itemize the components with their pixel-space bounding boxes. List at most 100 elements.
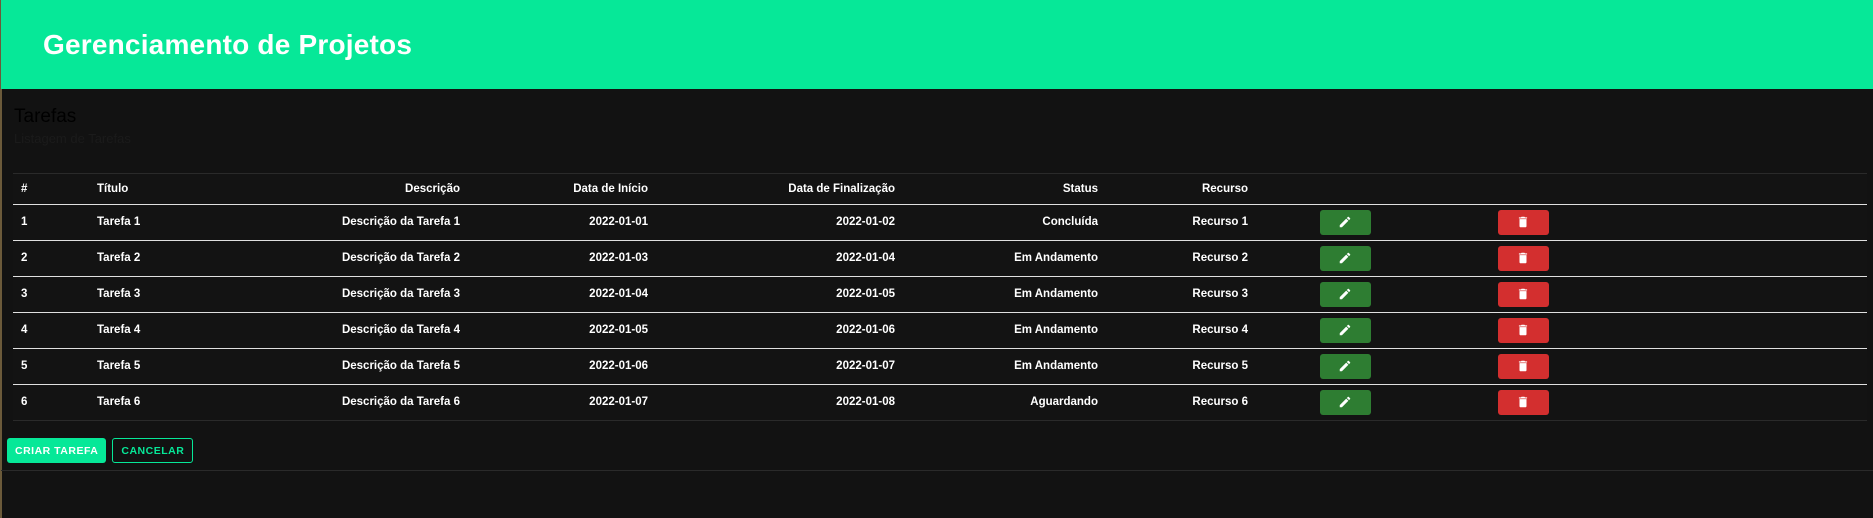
tasks-table: # Título Descrição Data de Início Data d…: [13, 174, 1867, 420]
tasks-table-container: # Título Descrição Data de Início Data d…: [13, 173, 1867, 421]
cell-recurso: Recurso 2: [1106, 240, 1256, 277]
column-header-status: Status: [903, 174, 1106, 205]
form-actions: CRIAR TAREFA CANCELAR: [7, 438, 194, 463]
cell-descricao: Descrição da Tarefa 1: [229, 204, 468, 241]
cell-descricao: Descrição da Tarefa 2: [229, 240, 468, 277]
cell-status: Aguardando: [1030, 396, 1098, 409]
cell-descricao: Descrição da Tarefa 5: [229, 348, 468, 385]
cell-id: 5: [13, 348, 89, 385]
cell-delete: [1434, 312, 1612, 349]
cell-data-finalizacao: 2022-01-08: [836, 396, 895, 409]
trash-icon: [1518, 216, 1528, 228]
pencil-icon: [1339, 396, 1351, 408]
table-row: 3 Tarefa 3 Descrição da Tarefa 3 2022-01…: [13, 276, 1867, 313]
edit-task-button[interactable]: [1319, 389, 1371, 415]
trash-icon: [1518, 397, 1528, 408]
cell-titulo: Tarefa 1: [89, 204, 229, 241]
cell-edit: [1256, 240, 1434, 277]
table-row: 6 Tarefa 6 Descrição da Tarefa 6 2022-01…: [13, 384, 1867, 420]
create-task-button[interactable]: CRIAR TAREFA: [7, 438, 107, 463]
cell-spacer: [1612, 276, 1867, 313]
edit-task-button[interactable]: [1319, 281, 1371, 307]
trash-icon: [1518, 360, 1528, 372]
cell-id: 4: [13, 312, 89, 349]
cell-status: Em Andamento: [903, 240, 1106, 277]
cell-recurso: Recurso 5: [1106, 348, 1256, 385]
cell-spacer: [1612, 348, 1867, 385]
edit-task-button[interactable]: [1319, 317, 1371, 343]
cell-descricao: Descrição da Tarefa 4: [229, 312, 468, 349]
cell-data-finalizacao: 2022-01-07: [656, 348, 903, 385]
cell-recurso: Recurso 6: [1192, 396, 1248, 409]
delete-task-button[interactable]: [1497, 245, 1549, 271]
section-title: Tarefas: [14, 106, 77, 127]
cell-data-inicio: 2022-01-05: [468, 312, 656, 349]
cell-data-inicio: 2022-01-01: [468, 204, 656, 241]
column-header-edit: [1256, 174, 1434, 205]
cell-recurso: Recurso 3: [1106, 276, 1256, 313]
cell-recurso: Recurso 4: [1106, 312, 1256, 349]
trash-icon: [1518, 288, 1528, 300]
app-title: Gerenciamento de Projetos: [43, 28, 413, 60]
trash-icon: [1518, 324, 1528, 336]
cell-status: Em Andamento: [903, 312, 1106, 349]
cell-data-finalizacao: 2022-01-02: [656, 204, 903, 241]
delete-task-button[interactable]: [1497, 353, 1549, 379]
pencil-icon: [1339, 252, 1351, 264]
cell-titulo: Tarefa 4: [89, 312, 229, 349]
column-header-id: #: [13, 174, 89, 205]
footer-divider: [1, 470, 1873, 471]
table-header-row: # Título Descrição Data de Início Data d…: [13, 174, 1867, 205]
table-row: 1 Tarefa 1 Descrição da Tarefa 1 2022-01…: [13, 204, 1867, 241]
cell-edit: [1256, 384, 1434, 420]
cell-data-inicio: 2022-01-07: [589, 396, 648, 409]
table-row: 2 Tarefa 2 Descrição da Tarefa 2 2022-01…: [13, 240, 1867, 277]
cell-status: Concluída: [903, 204, 1106, 241]
edit-task-button[interactable]: [1319, 209, 1371, 235]
pencil-icon: [1339, 288, 1351, 300]
cell-delete: [1434, 276, 1612, 313]
column-header-descricao: Descrição: [229, 174, 468, 205]
cell-descricao: Descrição da Tarefa 6: [341, 396, 460, 409]
table-row: 5 Tarefa 5 Descrição da Tarefa 5 2022-01…: [13, 348, 1867, 385]
cell-data-inicio: 2022-01-04: [468, 276, 656, 313]
cell-data-finalizacao: 2022-01-06: [656, 312, 903, 349]
pencil-icon: [1339, 360, 1351, 372]
cell-data-inicio: 2022-01-06: [468, 348, 656, 385]
pencil-icon: [1339, 324, 1351, 336]
column-header-spacer: [1612, 174, 1867, 205]
cell-edit: [1256, 204, 1434, 241]
cell-edit: [1256, 348, 1434, 385]
cell-status: Em Andamento: [903, 276, 1106, 313]
edit-task-button[interactable]: [1319, 353, 1371, 379]
cell-edit: [1256, 276, 1434, 313]
cell-titulo: Tarefa 6: [97, 396, 141, 409]
cell-id: 2: [13, 240, 89, 277]
cell-titulo: Tarefa 2: [89, 240, 229, 277]
cell-delete: [1434, 348, 1612, 385]
column-header-recurso: Recurso: [1106, 174, 1256, 205]
delete-task-button[interactable]: [1497, 389, 1549, 415]
delete-task-button[interactable]: [1497, 209, 1549, 235]
table-body: 1 Tarefa 1 Descrição da Tarefa 1 2022-01…: [13, 204, 1867, 420]
cell-data-finalizacao: 2022-01-04: [656, 240, 903, 277]
trash-icon: [1518, 252, 1528, 264]
cell-spacer: [1612, 240, 1867, 277]
delete-task-button[interactable]: [1497, 281, 1549, 307]
cell-delete: [1434, 384, 1612, 420]
cell-data-finalizacao: 2022-01-05: [656, 276, 903, 313]
edit-task-button[interactable]: [1319, 245, 1371, 271]
page: Gerenciamento de Projetos Tarefas Listag…: [0, 0, 1873, 518]
cell-titulo: Tarefa 5: [89, 348, 229, 385]
delete-task-button[interactable]: [1497, 317, 1549, 343]
cell-delete: [1434, 204, 1612, 241]
cell-id: 6: [21, 396, 28, 409]
column-header-titulo: Título: [89, 174, 229, 205]
cancel-button[interactable]: CANCELAR: [112, 438, 194, 463]
cell-status: Em Andamento: [903, 348, 1106, 385]
app-header: Gerenciamento de Projetos: [1, 0, 1873, 89]
cell-id: 1: [13, 204, 89, 241]
cell-spacer: [1612, 312, 1867, 349]
cell-titulo: Tarefa 3: [89, 276, 229, 313]
table-row: 4 Tarefa 4 Descrição da Tarefa 4 2022-01…: [13, 312, 1867, 349]
